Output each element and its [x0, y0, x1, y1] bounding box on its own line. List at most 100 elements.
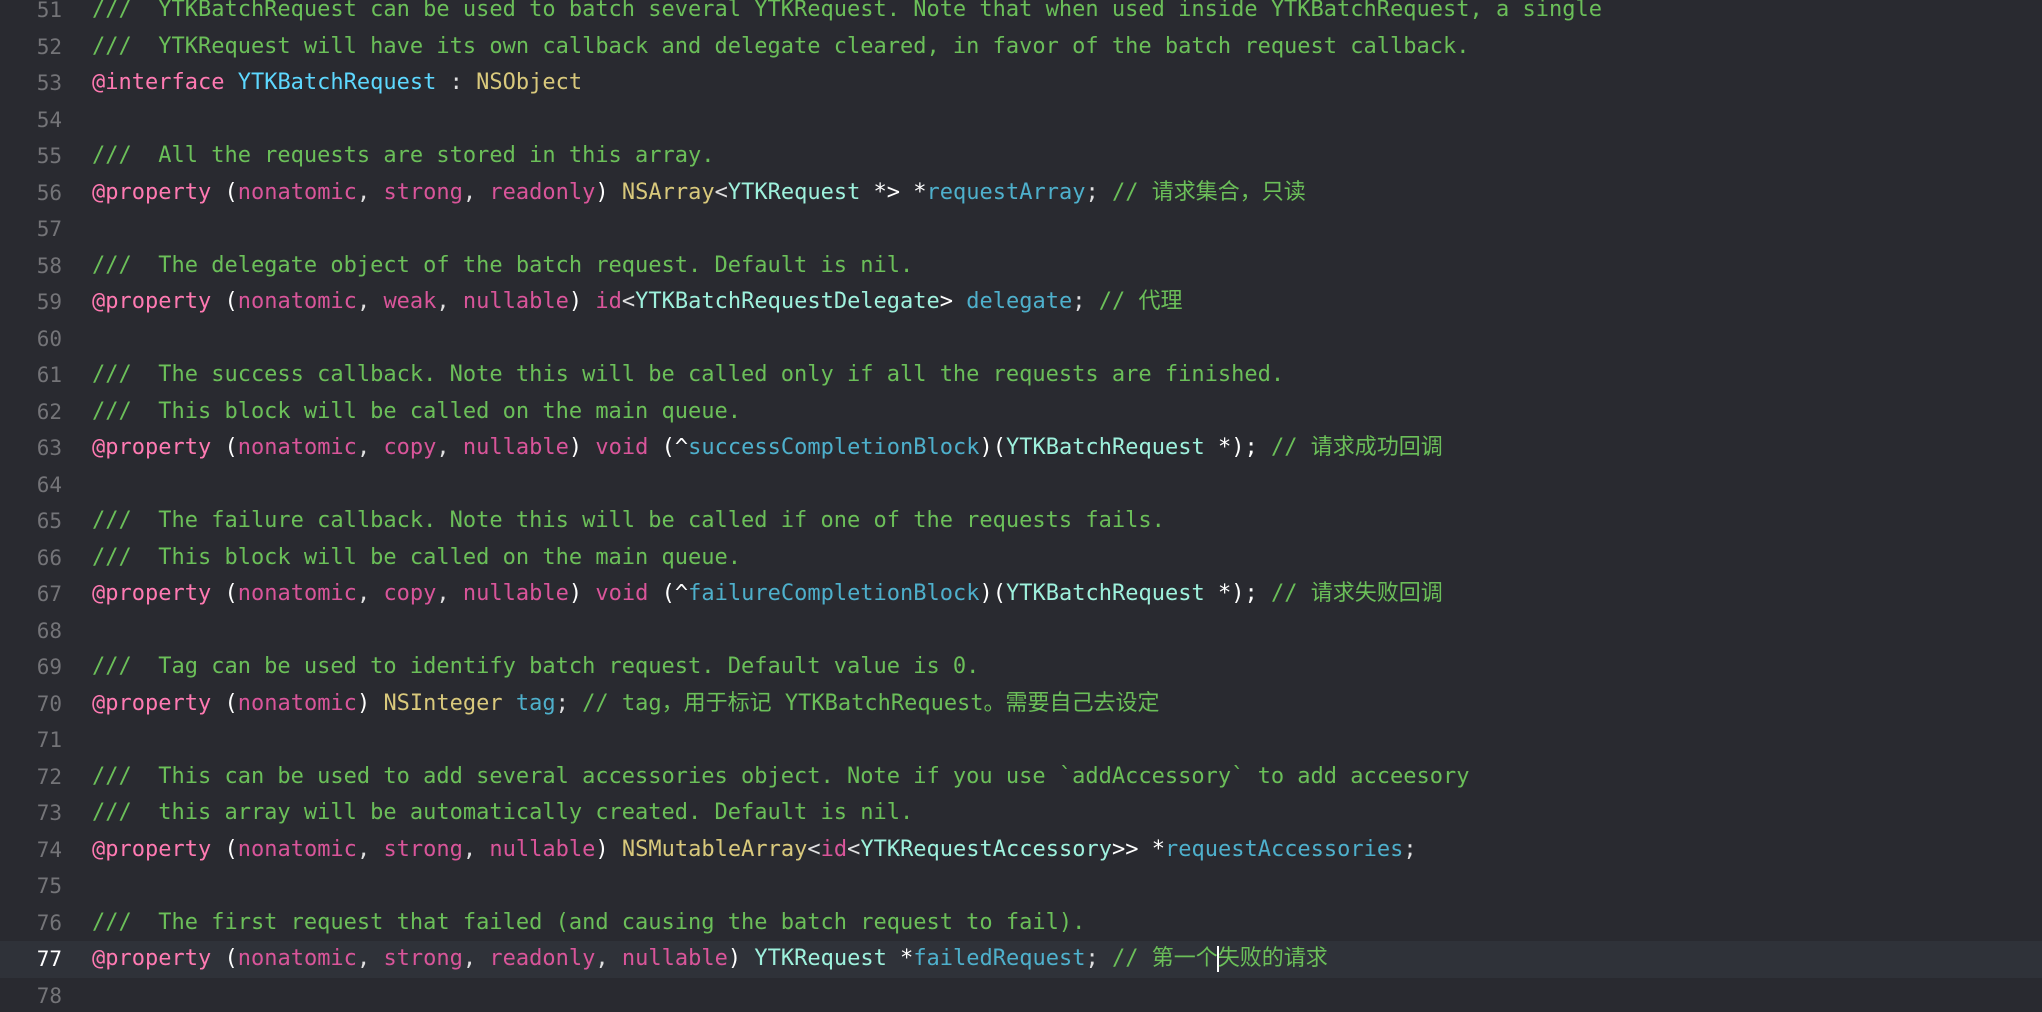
token-doc: /// YTKBatchRequest can be used to batch… [92, 0, 1602, 22]
code-editor[interactable]: 51 /// YTKBatchRequest can be used to bat… [0, 0, 2042, 1012]
code-text: /// YTKBatchRequest can be used to batch… [92, 0, 1602, 29]
line-number: 72 [36, 764, 62, 789]
line-number: 55 [36, 144, 62, 168]
line-number: 77 [36, 947, 62, 971]
token-plain: : [436, 70, 477, 95]
code-line[interactable]: 59 @property (nonatomic, weak, nullable) … [0, 284, 2042, 321]
line-number: 60 [36, 326, 62, 351]
token-plain: , [356, 289, 384, 314]
code-line[interactable]: 65 /// The failure callback. Note this wi… [0, 503, 2042, 540]
code-line[interactable]: 58 /// The delegate object of the batch r… [0, 248, 2042, 285]
token-ivar: successCompletionBlock [688, 435, 980, 460]
token-bracket: ) [568, 289, 596, 314]
token-doc: /// This block will be called on the mai… [92, 398, 742, 424]
token-typeY: NSInteger [383, 690, 503, 716]
token-attr: weak [383, 289, 437, 314]
code-line[interactable]: 71 [0, 722, 2042, 759]
token-typeT: YTKRequest [727, 179, 861, 205]
token-typeT: YTKBatchRequest [1006, 581, 1205, 606]
code-text: @property (nonatomic) NSInteger tag; // … [92, 686, 1160, 723]
line-number: 62 [36, 399, 62, 424]
code-text: /// This can be used to add several acce… [92, 759, 1470, 796]
code-line[interactable]: 53 @interface YTKBatchRequest : NSObject [0, 65, 2042, 102]
code-line[interactable]: 67 @property (nonatomic, copy, nullable) … [0, 576, 2042, 613]
token-attr: nullable [462, 435, 569, 460]
code-text: @interface YTKBatchRequest : NSObject [92, 65, 582, 102]
token-plain: , [462, 179, 490, 205]
line-number: 61 [36, 363, 62, 387]
token-doc: /// The success callback. Note this will… [92, 362, 1285, 387]
token-bracket: )( [979, 435, 1007, 460]
code-line[interactable]: 69 /// Tag can be used to identify batch … [0, 649, 2042, 686]
token-ivar: requestAccessories [1164, 836, 1404, 862]
code-text: /// This block will be called on the mai… [92, 540, 741, 577]
token-bracket: *> * [860, 179, 927, 205]
token-bracket: >> * [1112, 836, 1165, 862]
code-text: /// The success callback. Note this will… [92, 357, 1284, 394]
line-number: 63 [36, 436, 62, 460]
token-kw: @property [92, 179, 212, 205]
token-ivar: failureCompletionBlock [688, 581, 980, 606]
code-line[interactable]: 62 /// This block will be called on the m… [0, 394, 2042, 431]
code-line[interactable]: 63 @property (nonatomic, copy, nullable) … [0, 430, 2042, 467]
code-text: @property (nonatomic, strong, readonly) … [92, 175, 1306, 212]
token-bracket: ( [211, 690, 238, 716]
code-line[interactable]: 57 [0, 211, 2042, 248]
token-kw: @property [92, 946, 212, 971]
code-line[interactable]: 78 [0, 978, 2042, 1012]
code-line[interactable]: 64 [0, 467, 2042, 504]
code-line[interactable]: 56 @property (nonatomic, strong, readonly… [0, 175, 2042, 212]
token-plain: , [595, 946, 622, 971]
line-number: 76 [36, 910, 62, 935]
code-line[interactable]: 52 /// YTKRequest will have its own callb… [0, 29, 2042, 66]
code-line[interactable]: 54 [0, 102, 2042, 139]
line-number: 75 [36, 874, 62, 898]
line-number: 65 [36, 509, 62, 533]
line-number: 73 [36, 801, 62, 825]
token-attr: copy [383, 435, 437, 460]
code-line[interactable]: 73 /// this array will be automatically c… [0, 795, 2042, 832]
code-line[interactable]: 72 /// This can be used to add several ac… [0, 759, 2042, 796]
code-line[interactable]: 60 [0, 321, 2042, 358]
token-attr: nullable [462, 581, 569, 606]
code-line[interactable]: 51 /// YTKBatchRequest can be used to bat… [0, 0, 2042, 29]
line-number: 59 [36, 290, 62, 314]
code-line[interactable]: 75 [0, 868, 2042, 905]
line-number: 70 [36, 691, 62, 716]
token-typeT: YTKRequest [754, 946, 887, 971]
token-bracket: > [939, 289, 967, 314]
token-attr: void [595, 435, 649, 460]
token-plain: , [356, 179, 384, 205]
code-line[interactable]: 61 /// The success callback. Note this wi… [0, 357, 2042, 394]
line-number: 56 [36, 180, 62, 205]
token-doc: /// The delegate object of the batch req… [92, 252, 914, 278]
token-plain: , [436, 581, 463, 606]
token-attr: id [820, 836, 848, 862]
token-plain: < [714, 179, 728, 205]
token-bracket: ) [595, 179, 622, 205]
code-line[interactable]: 68 [0, 613, 2042, 650]
token-attr: nonatomic [237, 435, 357, 460]
token-bracket: ) [356, 690, 384, 716]
code-line-current[interactable]: 77 @property (nonatomic, strong, readonly… [0, 941, 2042, 978]
code-line[interactable]: 74 @property (nonatomic, strong, nullable… [0, 832, 2042, 869]
token-ivar: failedRequest [913, 946, 1086, 971]
token-kw: @property [92, 581, 212, 606]
token-kw: @property [92, 435, 212, 460]
code-line[interactable]: 70 @property (nonatomic) NSInteger tag; /… [0, 686, 2042, 723]
code-line[interactable]: 66 /// This block will be called on the m… [0, 540, 2042, 577]
code-text: @property (nonatomic, copy, nullable) vo… [92, 576, 1443, 613]
line-number: 74 [36, 837, 62, 862]
token-attr: nullable [462, 289, 569, 314]
code-text: @property (nonatomic, copy, nullable) vo… [92, 430, 1443, 467]
code-line[interactable]: 55 /// All the requests are stored in thi… [0, 138, 2042, 175]
token-bracket: ) [595, 836, 622, 862]
token-comment: // tag，用于标记 YTKBatchRequest。需要自己去设定 [582, 690, 1160, 716]
code-line[interactable]: 76 /// The first request that failed (and… [0, 905, 2042, 942]
token-attr: strong [383, 179, 463, 205]
token-attr: nonatomic [237, 690, 357, 716]
token-bracket: (^ [648, 581, 689, 606]
token-typeT: YTKBatchRequestDelegate [635, 289, 940, 314]
